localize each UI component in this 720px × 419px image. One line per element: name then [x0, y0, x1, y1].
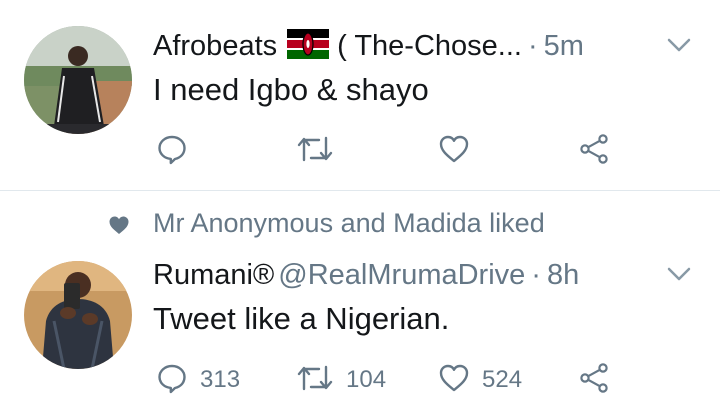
tweet-text: I need Igbo & shayo: [153, 72, 429, 107]
like-count: 524: [482, 366, 523, 393]
timestamp[interactable]: 5m: [544, 30, 584, 63]
chevron-down-icon[interactable]: [666, 265, 692, 288]
timestamp[interactable]: 8h: [547, 259, 579, 292]
separator-dot: ·: [531, 258, 541, 291]
tweet-actions: [156, 133, 626, 170]
retweet-button[interactable]: 104: [296, 363, 386, 397]
retweet-count: 104: [346, 366, 387, 393]
reply-icon: [156, 133, 188, 170]
like-icon: [438, 134, 470, 169]
separator-dot: ·: [527, 29, 538, 62]
retweet-icon: [296, 134, 334, 169]
display-name[interactable]: Afrobeats: [153, 30, 277, 63]
like-button[interactable]: [438, 134, 470, 168]
like-icon: [438, 363, 470, 398]
tweet-text: Tweet like a Nigerian.: [153, 301, 450, 336]
tweet-actions: 313 104 524: [156, 362, 626, 399]
tweet-header: Rumani® @RealMrumaDrive · 8h: [153, 255, 693, 295]
kenya-flag-icon: [287, 28, 330, 64]
tweet-header: Afrobeats ( The-Chose... · 5m: [153, 26, 693, 66]
like-button[interactable]: 524: [438, 363, 522, 397]
tweet-card[interactable]: Afrobeats ( The-Chose... · 5m I need Igb…: [0, 0, 720, 190]
display-name-suffix[interactable]: ( The-Chose...: [337, 30, 522, 63]
share-button[interactable]: [578, 133, 610, 170]
display-name[interactable]: Rumani®: [153, 259, 274, 292]
avatar[interactable]: [24, 26, 132, 134]
heart-icon: [108, 215, 130, 240]
avatar[interactable]: [24, 261, 132, 369]
retweet-icon: [296, 363, 334, 398]
reply-button[interactable]: 313: [156, 363, 240, 397]
share-icon: [578, 362, 610, 399]
tweet-card[interactable]: Mr Anonymous and Madida liked Rumani® @R…: [0, 191, 720, 419]
reply-count: 313: [200, 366, 241, 393]
reply-button[interactable]: [156, 134, 188, 168]
chevron-down-icon[interactable]: [666, 36, 692, 59]
username[interactable]: @RealMrumaDrive: [278, 259, 525, 292]
reply-icon: [156, 362, 188, 399]
retweet-button[interactable]: [296, 134, 334, 168]
share-button[interactable]: [578, 362, 610, 399]
social-context-text[interactable]: Mr Anonymous and Madida liked: [153, 208, 545, 239]
share-icon: [578, 133, 610, 170]
social-context: Mr Anonymous and Madida liked: [0, 205, 720, 245]
timeline: Afrobeats ( The-Chose... · 5m I need Igb…: [0, 0, 720, 419]
